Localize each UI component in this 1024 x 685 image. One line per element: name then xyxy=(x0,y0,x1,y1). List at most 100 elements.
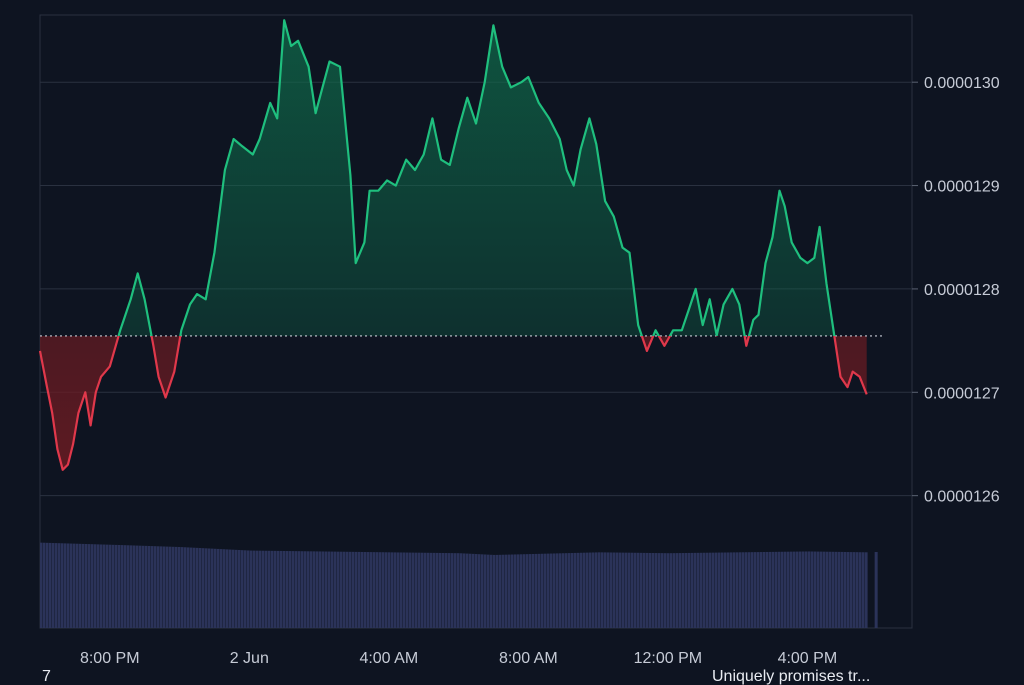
volume-bar xyxy=(856,552,859,628)
volume-bar xyxy=(244,550,247,628)
volume-bar xyxy=(79,543,82,628)
price-chart[interactable]: 0.0000126 0.0000127 0.0000128 0.0000129 0.00… xyxy=(0,0,1024,683)
volume-bar xyxy=(316,551,319,628)
volume-bar xyxy=(604,552,607,628)
volume-bar xyxy=(559,553,562,628)
volume-bar xyxy=(91,544,94,628)
volume-bar xyxy=(613,552,616,628)
volume-bar xyxy=(400,552,403,628)
volume-bar xyxy=(238,549,241,628)
volume-bar xyxy=(310,551,313,628)
volume-bar xyxy=(631,552,634,628)
volume-bar xyxy=(751,552,754,628)
volume-bar xyxy=(235,549,238,628)
volume-bar xyxy=(76,543,79,628)
volume-bar xyxy=(583,552,586,628)
volume-bar xyxy=(577,552,580,628)
volume-bar xyxy=(358,551,361,628)
volume-bar xyxy=(670,553,673,628)
volume-bar xyxy=(307,551,310,628)
volume-bar xyxy=(712,552,715,628)
volume-bar xyxy=(97,544,100,628)
volume-bar xyxy=(103,544,106,628)
y-tick-label: 0.0000127 xyxy=(924,385,1000,402)
volume-bar xyxy=(145,545,148,628)
volume-bar xyxy=(532,553,535,628)
volume-bar xyxy=(427,552,430,628)
volume-bar xyxy=(658,553,661,628)
volume-bar xyxy=(46,542,49,628)
volume-bar xyxy=(439,552,442,628)
volume-bar xyxy=(328,551,331,628)
volume-bar xyxy=(691,552,694,628)
volume-bar xyxy=(208,548,211,628)
volume-bar xyxy=(667,553,670,628)
volume-bar xyxy=(562,553,565,628)
y-tick-label: 0.0000128 xyxy=(924,282,1000,299)
volume-bar xyxy=(388,552,391,628)
x-tick-label: 4:00 AM xyxy=(359,650,418,667)
volume-bar xyxy=(721,552,724,628)
volume-bar xyxy=(349,551,352,628)
volume-bar xyxy=(361,551,364,628)
volume-bar xyxy=(337,551,340,628)
volume-bar xyxy=(322,551,325,628)
volume-bar xyxy=(640,552,643,628)
volume-bar xyxy=(727,552,730,628)
volume-bar xyxy=(616,552,619,628)
volume-bar xyxy=(622,552,625,628)
volume-bar xyxy=(259,550,262,628)
volume-bar xyxy=(391,552,394,628)
volume-bar xyxy=(523,554,526,628)
volume-bar xyxy=(142,545,145,628)
volume-bar xyxy=(595,552,598,628)
volume-bar xyxy=(772,551,775,628)
volume-bar xyxy=(334,551,337,628)
volume-bar xyxy=(172,546,175,628)
volume-bar xyxy=(127,545,130,628)
x-tick-label: 4:00 PM xyxy=(778,650,838,667)
volume-bar xyxy=(460,553,463,628)
volume-bar xyxy=(325,551,328,628)
volume-bar xyxy=(730,552,733,628)
volume-bar xyxy=(487,554,490,628)
volume-bar xyxy=(175,546,178,628)
volume-bar xyxy=(85,544,88,628)
volume-bar xyxy=(805,551,808,628)
volume-bar xyxy=(646,552,649,628)
volume-bar xyxy=(130,545,133,628)
x-tick-label: 8:00 AM xyxy=(499,650,558,667)
volume-bar xyxy=(637,552,640,628)
volume-bar xyxy=(211,548,214,628)
volume-bar xyxy=(181,547,184,628)
volume-bar xyxy=(298,551,301,628)
volume-bar xyxy=(778,551,781,628)
volume-bar xyxy=(88,544,91,628)
volume-bar xyxy=(754,552,757,628)
volume-bar xyxy=(331,551,334,628)
volume-bar xyxy=(190,547,193,628)
volume-bar xyxy=(490,554,493,628)
volume-bar xyxy=(685,552,688,628)
volume-bar xyxy=(55,543,58,628)
volume-bar xyxy=(154,546,157,628)
volume-bar xyxy=(514,554,517,628)
volume-bar xyxy=(313,551,316,628)
volume-bar xyxy=(292,551,295,628)
volume-bar xyxy=(865,552,868,628)
volume-bar xyxy=(340,551,343,628)
volume-bar xyxy=(607,552,610,628)
volume-bar xyxy=(346,551,349,628)
volume-bar xyxy=(820,551,823,628)
volume-bar xyxy=(286,551,289,628)
volume-bar xyxy=(808,551,811,628)
volume-bar xyxy=(169,546,172,628)
volume-bar xyxy=(553,553,556,628)
volume-bar xyxy=(112,544,115,628)
volume-bar xyxy=(496,554,499,628)
volume-bar xyxy=(343,551,346,628)
volume-bar xyxy=(874,552,878,628)
volume-bar xyxy=(817,551,820,628)
volume-bar xyxy=(58,543,61,628)
volume-bar xyxy=(841,551,844,628)
